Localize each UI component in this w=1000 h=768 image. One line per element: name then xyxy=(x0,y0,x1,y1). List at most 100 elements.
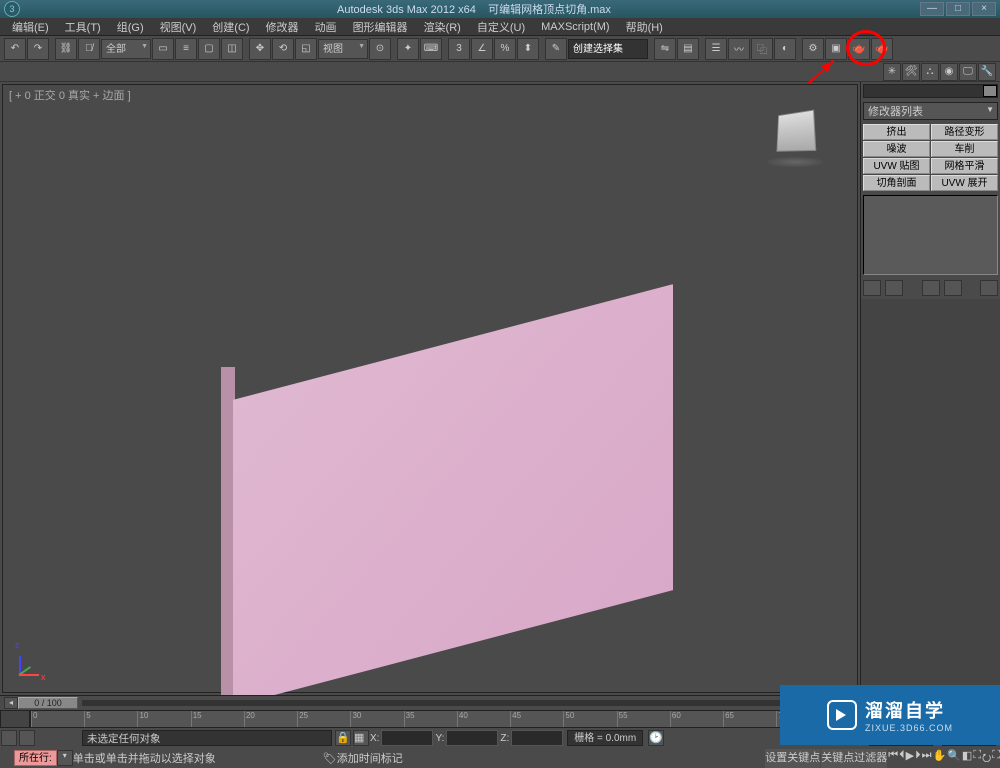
menu-graph[interactable]: 图形编辑器 xyxy=(345,19,416,35)
menu-customize[interactable]: 自定义(U) xyxy=(469,19,533,35)
time-tag-button[interactable]: 🏷 xyxy=(323,752,337,765)
menu-help[interactable]: 帮助(H) xyxy=(618,19,671,35)
trackbar-toggle[interactable] xyxy=(0,710,30,728)
modifier-stack[interactable] xyxy=(863,195,998,275)
y-input[interactable] xyxy=(446,730,498,746)
mod-pathdeform-button[interactable]: 路径变形 xyxy=(931,124,998,140)
tab-create-icon[interactable]: ✳ xyxy=(883,63,901,81)
move-button[interactable]: ✥ xyxy=(249,38,271,60)
layer-manager-button[interactable]: ☰ xyxy=(705,38,727,60)
selection-filter-dropdown[interactable]: 全部 xyxy=(101,39,151,59)
script-line-tag[interactable]: 所在行: xyxy=(14,750,57,766)
curve-editor-button[interactable]: 〰 xyxy=(728,38,750,60)
isolate-button[interactable]: ▦ xyxy=(353,730,369,746)
snap-toggle-button[interactable]: 3 xyxy=(448,38,470,60)
nav-orbit-button[interactable]: ⭮ xyxy=(982,749,991,768)
scale-button[interactable]: ◱ xyxy=(295,38,317,60)
rollout-area[interactable] xyxy=(861,299,1000,695)
setkey-button[interactable]: 设置关键点 xyxy=(765,749,820,768)
rendered-frame-button[interactable]: ▣ xyxy=(825,38,847,60)
undo-button[interactable]: ↶ xyxy=(4,38,26,60)
material-editor-button[interactable]: ◐ xyxy=(774,38,796,60)
use-center-button[interactable]: ⊙ xyxy=(369,38,391,60)
named-selection-input[interactable]: 创建选择集 xyxy=(568,39,648,59)
tab-motion-icon[interactable]: ◉ xyxy=(940,63,958,81)
render-setup-button[interactable]: ⚙ xyxy=(802,38,824,60)
angle-snap-button[interactable]: ∠ xyxy=(471,38,493,60)
menu-render[interactable]: 渲染(R) xyxy=(416,19,469,35)
mod-chamferprofile-button[interactable]: 切角剖面 xyxy=(863,175,930,191)
mod-lathe-button[interactable]: 车削 xyxy=(931,141,998,157)
close-button[interactable]: × xyxy=(972,2,996,16)
viewcube[interactable] xyxy=(763,105,827,169)
tab-display-icon[interactable]: 🖵 xyxy=(959,63,977,81)
keyfilter-button[interactable]: 关键点过滤器 xyxy=(821,749,887,768)
mirror-button[interactable]: ⇋ xyxy=(654,38,676,60)
play-end-button[interactable]: ⏭ xyxy=(922,749,932,768)
link-button[interactable]: ⛓ xyxy=(55,38,77,60)
keyboard-shortcut-button[interactable]: ⌨ xyxy=(420,38,442,60)
make-unique-button[interactable] xyxy=(922,280,940,296)
add-time-tag[interactable]: 添加时间标记 xyxy=(337,750,437,766)
nav-zoomall-button[interactable]: ⛶ xyxy=(973,749,981,768)
menu-edit[interactable]: 编辑(E) xyxy=(4,19,57,35)
menu-tools[interactable]: 工具(T) xyxy=(57,19,109,35)
object-name-field[interactable] xyxy=(863,84,998,98)
unlink-button[interactable]: ⛓̸ xyxy=(78,38,100,60)
configure-sets-button[interactable] xyxy=(980,280,998,296)
mod-extrude-button[interactable]: 挤出 xyxy=(863,124,930,140)
nav-zoom-button[interactable]: 🔍 xyxy=(947,749,961,768)
play-button[interactable]: ▶ xyxy=(906,749,914,768)
window-crossing-button[interactable]: ◫ xyxy=(221,38,243,60)
mod-uvwunwrap-button[interactable]: UVW 展开 xyxy=(931,175,998,191)
rotate-button[interactable]: ⟲ xyxy=(272,38,294,60)
minimize-button[interactable]: — xyxy=(920,2,944,16)
spinner-snap-button[interactable]: ⬍ xyxy=(517,38,539,60)
z-input[interactable] xyxy=(511,730,563,746)
viewport-label[interactable]: [ + 0 正交 0 真实 + 边面 ] xyxy=(9,87,131,103)
modifier-list-dropdown[interactable]: 修改器列表 xyxy=(863,102,998,120)
redo-button[interactable]: ↷ xyxy=(27,38,49,60)
object-color-swatch[interactable] xyxy=(983,85,997,97)
play-start-button[interactable]: ⏮ xyxy=(888,749,898,768)
select-object-button[interactable]: ▭ xyxy=(152,38,174,60)
viewcube-cube-icon[interactable] xyxy=(776,110,816,152)
time-slider-handle[interactable]: 0 / 100 xyxy=(18,697,78,709)
time-prev-button[interactable]: ◂ xyxy=(4,697,18,709)
pin-stack-button[interactable] xyxy=(863,280,881,296)
select-by-name-button[interactable]: ≡ xyxy=(175,38,197,60)
menu-modifiers[interactable]: 修改器 xyxy=(258,19,307,35)
selection-lock-button[interactable]: 🔒 xyxy=(335,730,351,746)
nav-fov-button[interactable]: ◧ xyxy=(962,749,972,768)
show-end-result-button[interactable] xyxy=(885,280,903,296)
align-button[interactable]: ▤ xyxy=(677,38,699,60)
nav-pan-button[interactable]: ✋ xyxy=(933,749,947,768)
mod-meshsmooth-button[interactable]: 网格平滑 xyxy=(931,158,998,174)
maximize-button[interactable]: □ xyxy=(946,2,970,16)
percent-snap-button[interactable]: % xyxy=(494,38,516,60)
edit-named-sel-button[interactable]: ✎ xyxy=(545,38,567,60)
mod-noise-button[interactable]: 噪波 xyxy=(863,141,930,157)
maxscript-mini-button[interactable] xyxy=(1,730,17,746)
menu-create[interactable]: 创建(C) xyxy=(204,19,257,35)
play-next-button[interactable]: ⏵ xyxy=(915,749,921,768)
remove-modifier-button[interactable] xyxy=(944,280,962,296)
script-line-dd[interactable]: ▾ xyxy=(57,750,73,766)
maxscript-mini2-button[interactable] xyxy=(19,730,35,746)
ref-coord-dropdown[interactable]: 视图 xyxy=(318,39,368,59)
tab-hierarchy-icon[interactable]: ⛬ xyxy=(921,63,939,81)
menu-group[interactable]: 组(G) xyxy=(109,19,152,35)
play-prev-button[interactable]: ⏴ xyxy=(899,749,905,768)
select-region-button[interactable]: ▢ xyxy=(198,38,220,60)
nav-maximize-button[interactable]: ⛶ xyxy=(992,749,1000,768)
menu-maxscript[interactable]: MAXScript(M) xyxy=(533,21,617,33)
select-manipulate-button[interactable]: ✦ xyxy=(397,38,419,60)
menu-animation[interactable]: 动画 xyxy=(307,19,345,35)
schematic-view-button[interactable]: ⿻ xyxy=(751,38,773,60)
x-input[interactable] xyxy=(381,730,433,746)
mod-uvwmap-button[interactable]: UVW 贴图 xyxy=(863,158,930,174)
tab-modify-icon[interactable]: 🛠 xyxy=(902,63,920,81)
tab-utilities-icon[interactable]: 🔧 xyxy=(978,63,996,81)
menu-views[interactable]: 视图(V) xyxy=(152,19,205,35)
time-config-button[interactable]: 🕑 xyxy=(648,730,664,746)
